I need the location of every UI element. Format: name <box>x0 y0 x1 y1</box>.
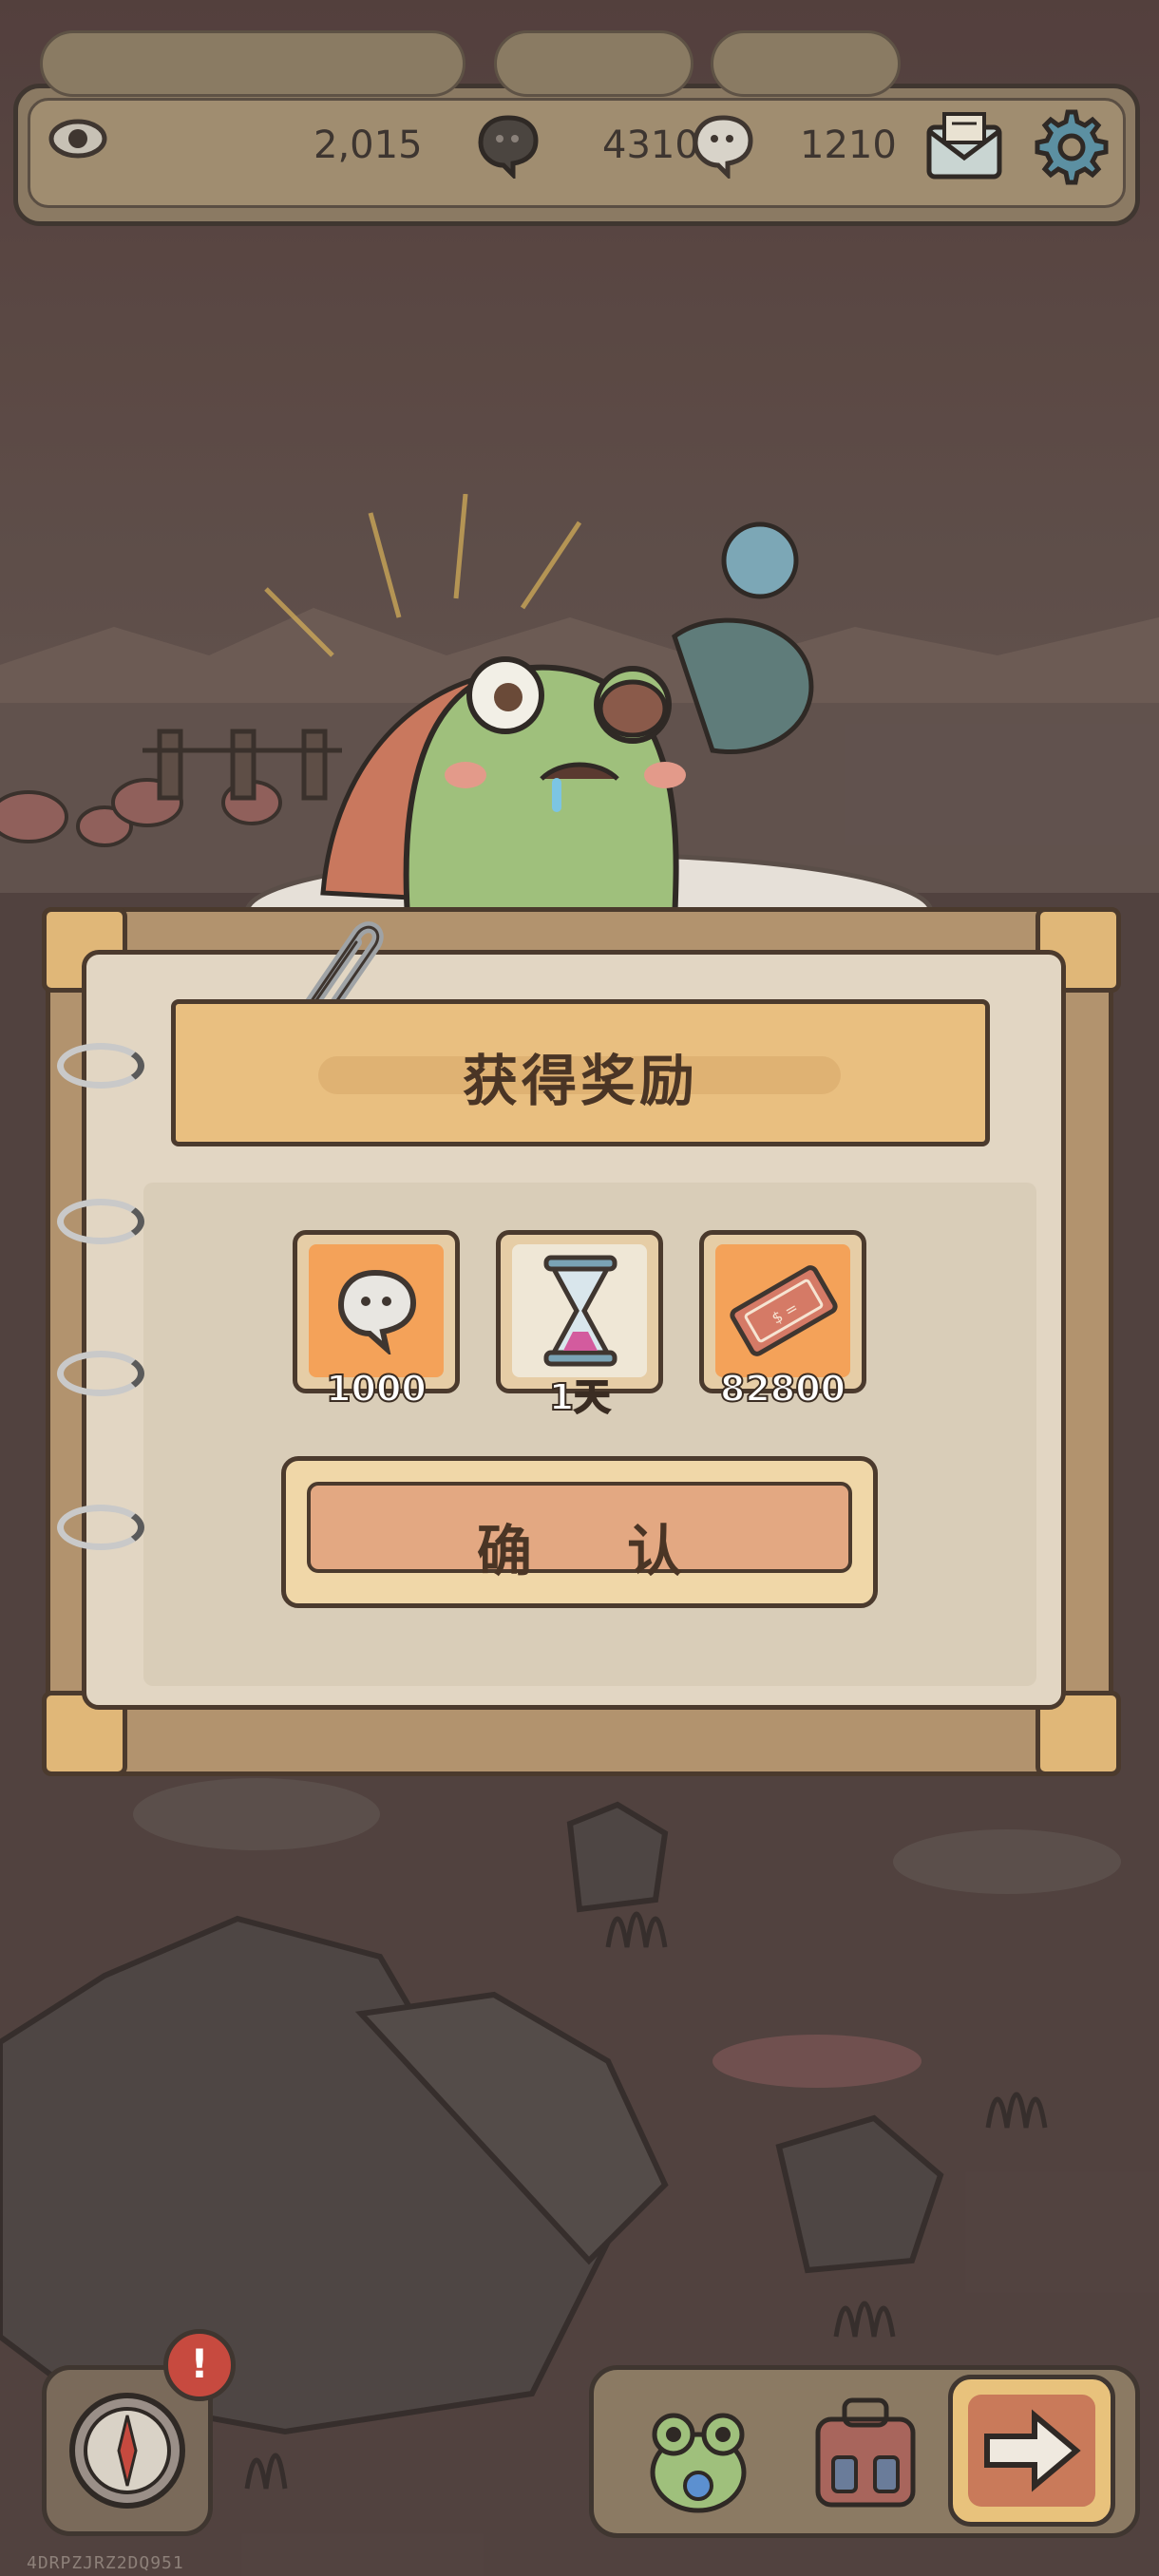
dark-bubble-counter <box>494 30 694 97</box>
watermark-id: 4DRPZJRZ2DQ951 <box>27 2553 184 2573</box>
gear-icon[interactable] <box>1026 106 1110 190</box>
eye-icon <box>48 119 107 159</box>
hourglass-icon <box>543 1255 618 1367</box>
confirm-button-face[interactable]: 确 认 <box>307 1482 852 1583</box>
reward-amount: 1天 <box>548 1375 611 1419</box>
white-bubble-counter <box>711 30 901 97</box>
title-banner: 获得奖励 <box>171 999 990 1146</box>
notification-badge: ! <box>163 2329 236 2401</box>
views-count: 2,015 <box>314 123 423 167</box>
views-counter <box>40 30 466 97</box>
confirm-label: 确 认 <box>476 1519 721 1583</box>
reward-amount: 82800 <box>719 1367 846 1411</box>
binder-ring <box>57 1043 144 1089</box>
ticket-icon: $ = <box>730 1265 838 1356</box>
dark-bubble-icon <box>478 115 539 179</box>
white-bubble-icon <box>337 1269 417 1354</box>
frog-character <box>244 494 934 931</box>
next-button[interactable] <box>948 2375 1115 2527</box>
frog-button-icon[interactable] <box>632 2391 765 2514</box>
reward-item-bg: $ = <box>715 1244 850 1377</box>
reward-item-bg <box>512 1244 647 1377</box>
dialog-title: 获得奖励 <box>462 1049 698 1113</box>
compass-icon <box>69 2393 185 2509</box>
white-bubble-count: 1210 <box>800 123 897 167</box>
reward-amount: 1000 <box>325 1367 428 1411</box>
dark-bubble-count: 4310 <box>602 123 699 167</box>
white-bubble-icon <box>693 115 753 179</box>
arrow-right-icon <box>984 2409 1081 2492</box>
binder-ring <box>57 1199 144 1244</box>
backpack-icon[interactable] <box>799 2391 932 2514</box>
confirm-button[interactable]: 确 认 <box>281 1456 878 1608</box>
binder-ring <box>57 1351 144 1396</box>
binder-ring <box>57 1505 144 1550</box>
reward-item-bg <box>309 1244 444 1377</box>
mail-icon[interactable] <box>923 108 1005 184</box>
next-button-face[interactable] <box>968 2395 1095 2507</box>
